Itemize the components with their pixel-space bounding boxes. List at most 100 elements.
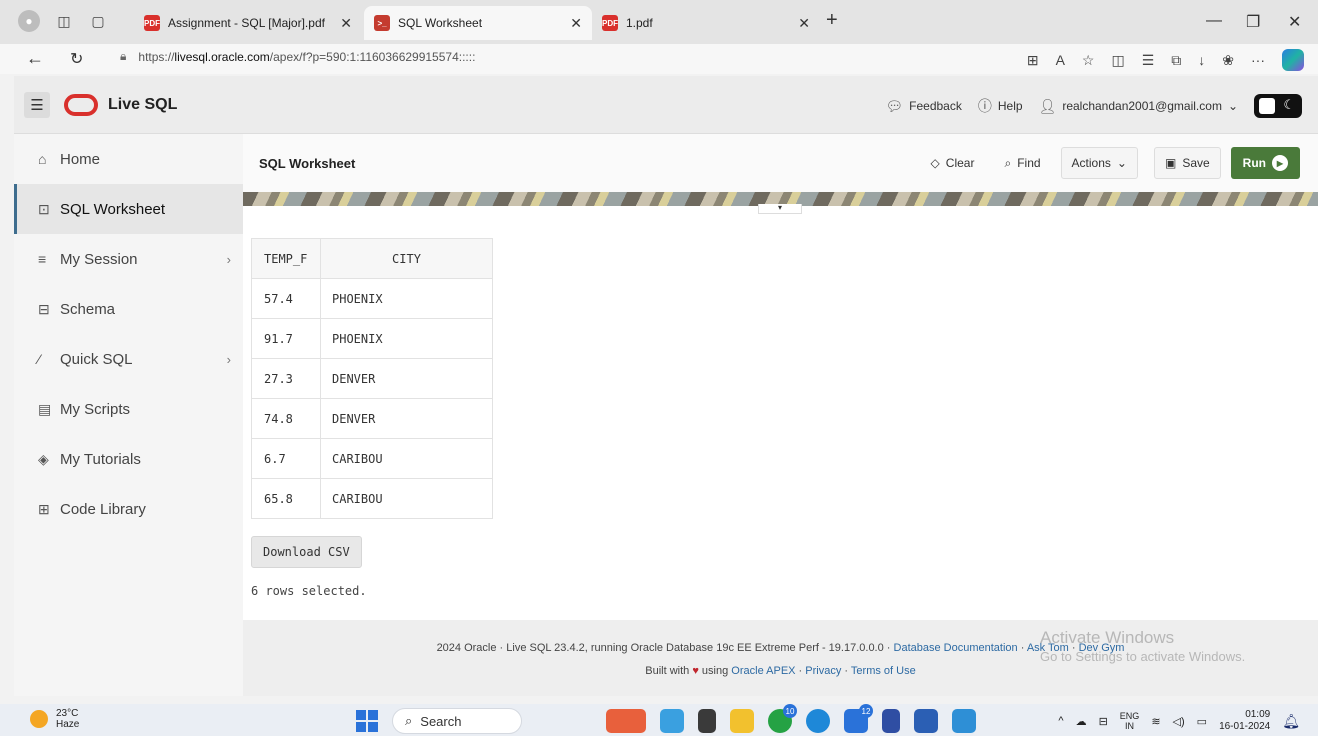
task-view-icon[interactable] xyxy=(698,709,716,733)
feedback-icon: 💬︎ xyxy=(885,97,904,114)
cell-temp-f: 91.7 xyxy=(251,318,321,359)
more-icon[interactable]: ··· xyxy=(1251,52,1265,68)
notification-bell-icon[interactable]: 🔔︎ xyxy=(1282,713,1300,730)
collections-icon[interactable]: ⧉ xyxy=(1171,52,1181,69)
downloads-icon[interactable]: ↓ xyxy=(1198,52,1205,68)
word-icon[interactable] xyxy=(914,709,938,733)
run-button[interactable]: Run ▶ xyxy=(1230,147,1300,179)
onedrive-icon[interactable]: ☁︎ xyxy=(1076,715,1087,728)
sidebar-item-schema[interactable]: ⊟ Schema xyxy=(14,284,243,334)
whatsapp-icon[interactable]: 10 xyxy=(768,704,797,733)
clear-button[interactable]: ◇ Clear xyxy=(921,147,985,179)
file-explorer-icon[interactable] xyxy=(730,709,754,733)
moon-icon: ☾ xyxy=(1283,97,1295,112)
chevron-right-icon: › xyxy=(226,351,231,367)
help-link[interactable]: ⓘ Help xyxy=(978,96,1023,116)
sidebar-nav: ⌂ Home ⊡ SQL Worksheet ≡ My Session › ⊟ … xyxy=(14,134,243,696)
worksheet-toolbar: SQL Worksheet ◇ Clear ⌕ Find Actions ⌄ ▣… xyxy=(243,134,1318,192)
copilot-icon[interactable] xyxy=(1282,49,1304,71)
battery-icon[interactable]: ▭ xyxy=(1197,715,1207,728)
save-icon: ▣ xyxy=(1164,156,1177,170)
read-aloud-icon[interactable]: A xyxy=(1056,52,1065,68)
cell-city: DENVER xyxy=(320,398,493,439)
user-menu[interactable]: 👤︎ realchandan2001@gmail.com ⌄ xyxy=(1039,98,1238,115)
split-screen-icon[interactable]: ◫ xyxy=(1111,52,1124,69)
table-row: 6.7 CARIBOU xyxy=(251,438,493,479)
cell-city: CARIBOU xyxy=(320,478,493,519)
workspaces-icon[interactable]: ◫ xyxy=(54,11,74,31)
windows-start-icon[interactable] xyxy=(356,710,378,732)
close-window-icon[interactable]: ✕ xyxy=(1288,12,1301,32)
pdf-icon: PDF xyxy=(144,15,160,31)
photos-icon[interactable] xyxy=(952,709,976,733)
wifi-icon[interactable]: ≋ xyxy=(1151,715,1160,728)
show-hidden-icons-icon[interactable]: ^ xyxy=(1058,715,1063,727)
minimize-icon[interactable]: — xyxy=(1206,12,1222,30)
profile-icon[interactable]: ● xyxy=(18,10,40,32)
column-header-temp-f: TEMP_F xyxy=(251,238,321,279)
edge-browser-icon[interactable] xyxy=(806,709,830,733)
favorites-icon[interactable]: ☰ xyxy=(1142,52,1155,69)
extensions-icon[interactable]: ❀ xyxy=(1222,52,1234,69)
teams-icon[interactable] xyxy=(660,709,684,733)
download-csv-button[interactable]: Download CSV xyxy=(251,536,362,568)
tab-actions-icon[interactable]: ▢ xyxy=(88,11,108,31)
sidebar-item-home[interactable]: ⌂ Home xyxy=(14,134,243,184)
sidebar-item-sql-worksheet[interactable]: ⊡ SQL Worksheet xyxy=(14,184,243,234)
table-row: 57.4 PHOENIX xyxy=(251,278,493,319)
feedback-link[interactable]: 💬︎ Feedback xyxy=(885,98,961,115)
sidebar-item-code-library[interactable]: ⊞ Code Library xyxy=(14,484,243,534)
help-icon: ⓘ xyxy=(977,98,992,114)
splitter-handle[interactable]: ▾ xyxy=(758,204,802,214)
worksheet-area: SQL Worksheet ◇ Clear ⌕ Find Actions ⌄ ▣… xyxy=(243,134,1318,620)
tab-assignment-pdf[interactable]: PDF Assignment - SQL [Major].pdf ✕ xyxy=(134,6,362,40)
database-icon: ⊟ xyxy=(38,300,50,317)
volume-icon[interactable]: ◁) xyxy=(1173,715,1185,728)
weather-sun-icon xyxy=(30,710,48,728)
sidebar-item-quick-sql[interactable]: ⁄ Quick SQL › xyxy=(14,334,243,384)
new-tab-icon[interactable]: + xyxy=(826,9,838,32)
restore-icon[interactable]: ❐ xyxy=(1246,12,1260,32)
url-field[interactable]: 🔒︎ https://livesql.oracle.com/apex/f?p=5… xyxy=(120,49,475,64)
search-icon: ⌕ xyxy=(405,713,413,728)
user-icon: 👤︎ xyxy=(1038,97,1057,114)
sidebar-item-my-tutorials[interactable]: ◈ My Tutorials xyxy=(14,434,243,484)
app-available-icon[interactable]: ⊞ xyxy=(1027,52,1039,69)
sql-icon: >_ xyxy=(374,15,390,31)
terms-of-use-link[interactable]: Terms of Use xyxy=(851,665,916,677)
tablet-icon[interactable]: ⊟ xyxy=(1099,715,1108,728)
copilot-widget-icon[interactable] xyxy=(606,709,646,733)
cell-temp-f: 27.3 xyxy=(251,358,321,399)
mail-icon[interactable]: 12 xyxy=(844,704,873,733)
taskbar-search[interactable]: ⌕ Search xyxy=(392,708,522,734)
database-documentation-link[interactable]: Database Documentation xyxy=(894,642,1018,654)
play-icon: ▶ xyxy=(1272,155,1288,171)
language-indicator[interactable]: ENG IN xyxy=(1120,711,1140,731)
oracle-logo-icon xyxy=(64,94,98,116)
find-button[interactable]: ⌕ Find xyxy=(994,147,1050,179)
sidebar-item-my-scripts[interactable]: ▤ My Scripts xyxy=(14,384,243,434)
oracle-apex-link[interactable]: Oracle APEX xyxy=(731,665,795,677)
sidebar-item-my-session[interactable]: ≡ My Session › xyxy=(14,234,243,284)
app-name: Live SQL xyxy=(108,96,178,113)
column-header-city: CITY xyxy=(320,238,493,279)
tab-1-pdf[interactable]: PDF 1.pdf ✕ xyxy=(592,6,820,40)
menu-toggle-icon[interactable]: ☰ xyxy=(24,92,50,118)
tab-sql-worksheet[interactable]: >_ SQL Worksheet ✕ xyxy=(364,6,592,40)
close-tab-icon[interactable]: ✕ xyxy=(570,15,582,32)
notepad-icon[interactable] xyxy=(882,709,900,733)
privacy-link[interactable]: Privacy xyxy=(805,665,841,677)
save-button[interactable]: ▣ Save xyxy=(1153,147,1221,179)
back-icon[interactable]: ← xyxy=(26,48,44,69)
close-tab-icon[interactable]: ✕ xyxy=(798,15,810,32)
weather-widget[interactable]: 23°C Haze xyxy=(30,708,79,730)
cell-temp-f: 74.8 xyxy=(251,398,321,439)
find-icon: ⌕ xyxy=(1004,155,1012,170)
notification-badge: 12 xyxy=(859,704,873,718)
dark-mode-toggle[interactable]: ☾ xyxy=(1254,94,1302,118)
clock[interactable]: 01:09 16-01-2024 xyxy=(1219,709,1270,733)
refresh-icon[interactable]: ↻ xyxy=(70,49,83,69)
favorite-star-icon[interactable]: ☆ xyxy=(1082,52,1095,69)
actions-menu-button[interactable]: Actions ⌄ xyxy=(1060,147,1138,179)
close-tab-icon[interactable]: ✕ xyxy=(340,15,352,32)
